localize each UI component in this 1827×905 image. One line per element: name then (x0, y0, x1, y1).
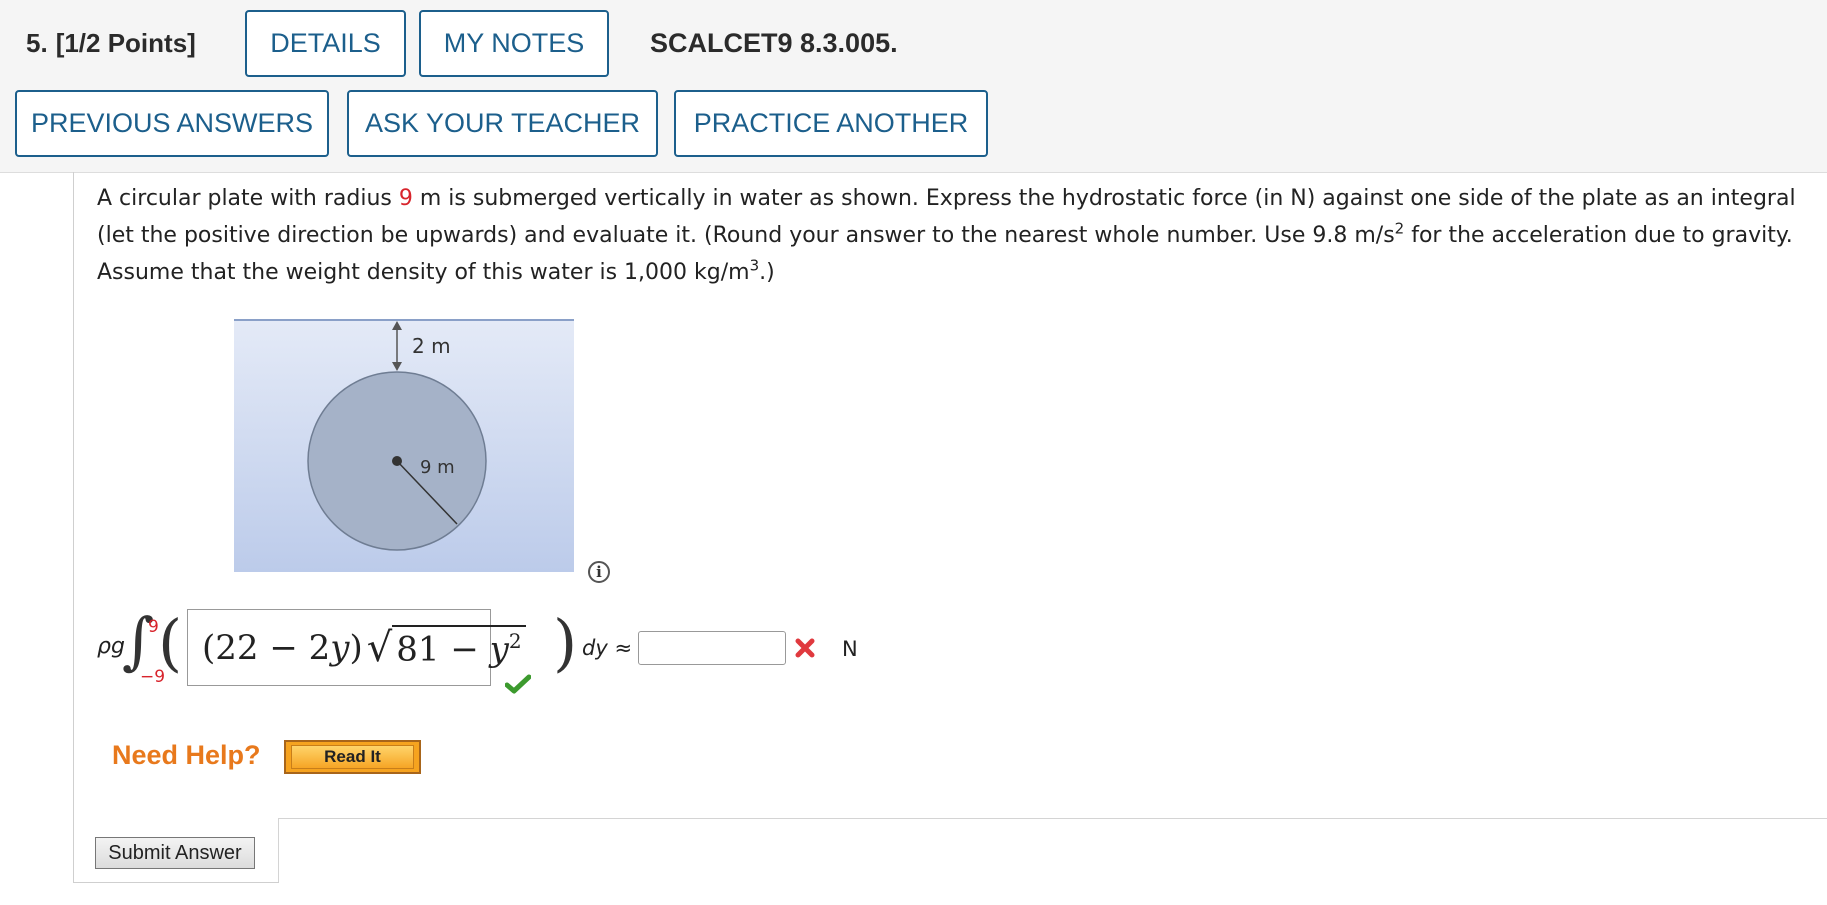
question-text-part: .) (759, 260, 775, 285)
plate-center (392, 456, 402, 466)
divider (73, 882, 279, 883)
radicand-text: 81 − (396, 629, 490, 670)
radicand-exponent: 2 (508, 629, 522, 654)
question-header: 5. [1/2 Points] DETAILS MY NOTES SCALCET9… (0, 0, 1827, 173)
divider (278, 818, 279, 882)
figure-svg: 2 m 9 m (234, 319, 574, 572)
details-button[interactable]: DETAILS (245, 10, 406, 77)
integrand-input[interactable]: (22 − 2 y) √ 81 − y2 (187, 609, 526, 686)
exponent: 2 (1394, 219, 1405, 238)
read-it-button[interactable]: Read It (284, 740, 421, 774)
radicand: 81 − y2 (392, 625, 526, 670)
integrand-text: ) (349, 627, 363, 668)
integrand-text: (22 − 2 (202, 627, 331, 668)
unit-label: N (842, 637, 858, 661)
submerged-plate-figure: 2 m 9 m (232, 314, 576, 578)
practice-another-button[interactable]: PRACTICE ANOTHER (674, 90, 988, 157)
check-icon (505, 674, 531, 694)
read-it-label: Read It (291, 745, 414, 769)
divider (278, 818, 1827, 819)
right-paren: ) (553, 606, 578, 679)
previous-answers-button[interactable]: PREVIOUS ANSWERS (15, 90, 329, 157)
integrand-variable: y (330, 627, 350, 668)
left-paren: ( (158, 606, 183, 679)
question-number: 5. [1/2 Points] (26, 28, 196, 59)
depth-label: 2 m (412, 334, 451, 358)
approx-sign: ≈ (614, 636, 633, 660)
x-icon (795, 638, 815, 658)
dy-text: dy (582, 636, 608, 660)
rho-g-label: ρg (97, 634, 125, 659)
submit-answer-button[interactable]: Submit Answer (95, 837, 255, 869)
question-text-part: A circular plate with radius (97, 186, 399, 211)
radius-value: 9 (398, 186, 413, 211)
exponent: 3 (749, 256, 760, 275)
info-icon[interactable]: i (588, 561, 610, 583)
ask-your-teacher-button[interactable]: ASK YOUR TEACHER (347, 90, 658, 157)
dy-label: dy ≈ (582, 636, 632, 660)
points-label: [1/2 Points] (55, 28, 196, 58)
answer-input[interactable] (638, 631, 786, 665)
radicand-variable: y (489, 629, 509, 670)
need-help-label: Need Help? (112, 740, 261, 770)
my-notes-button[interactable]: MY NOTES (419, 10, 609, 77)
question-number-text: 5. (26, 28, 48, 58)
sqrt-sign: √ (366, 624, 393, 671)
question-text: A circular plate with radius 9 m is subm… (97, 180, 1797, 291)
radius-label: 9 m (420, 457, 455, 478)
problem-code: SCALCET9 8.3.005. (650, 28, 898, 58)
